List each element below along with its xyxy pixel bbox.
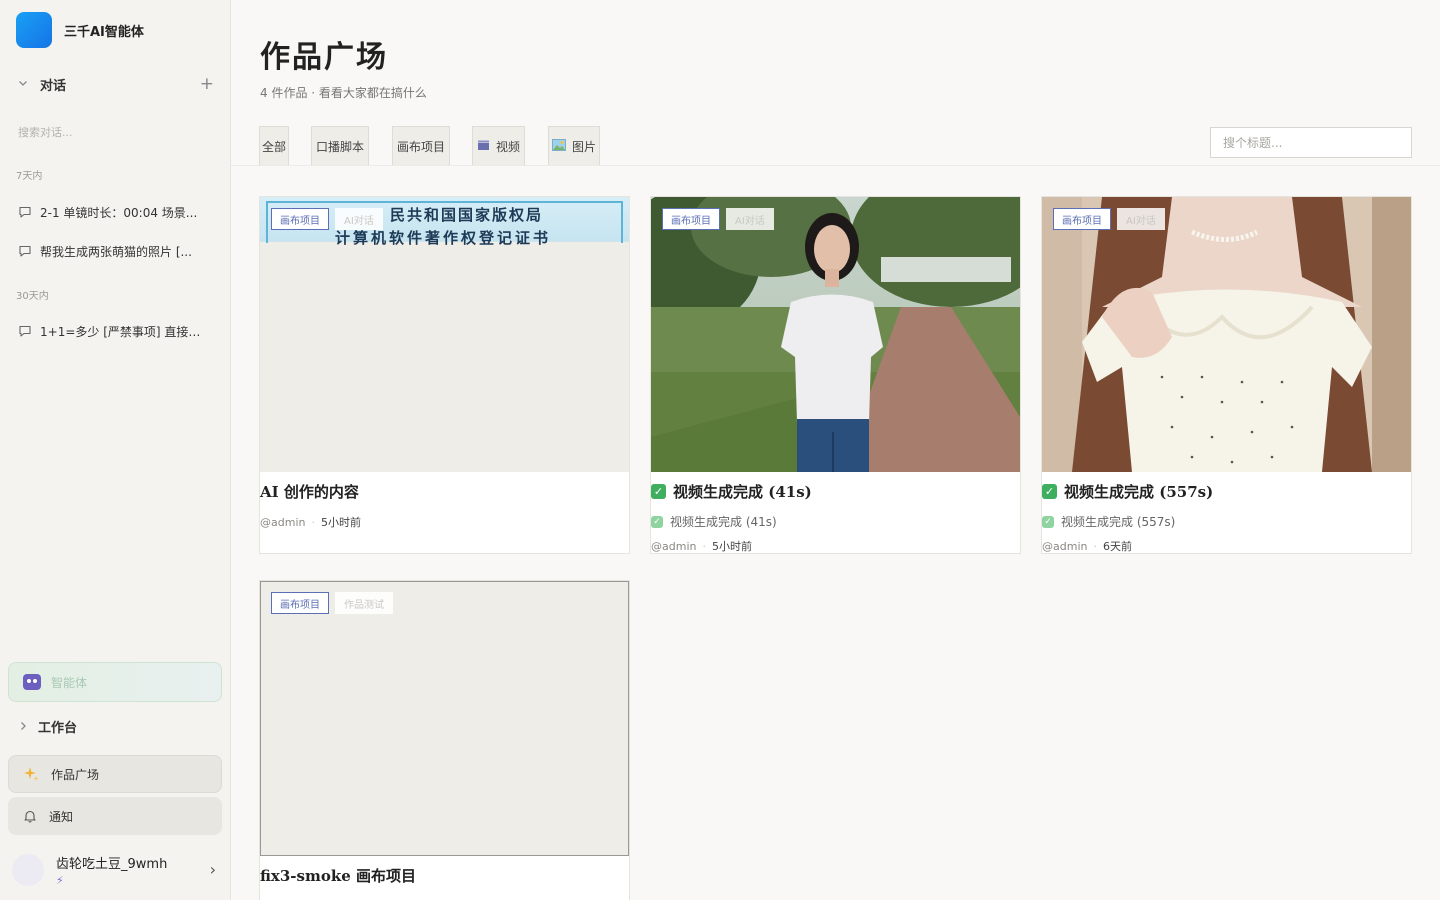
work-time: 5小时前	[320, 516, 361, 529]
work-card[interactable]: 画布项目 AI对话 ✓ 视频生成完成 (41s) ✓ 视频生成完成 (41s) …	[650, 196, 1021, 554]
video-frame-image	[1042, 197, 1411, 472]
work-title-text: fix3-smoke 画布项目	[260, 867, 416, 885]
workbench-title: 工作台	[38, 720, 78, 736]
tag-ai-chat: AI对话	[726, 208, 774, 230]
work-thumbnail[interactable]: 民共和国国家版权局 计算机软件著作权登记证书 画布项目 AI对话	[260, 197, 629, 472]
chevron-down-icon	[18, 78, 32, 91]
nav-item-gallery-label: 作品广场	[51, 767, 100, 782]
work-author: @admin	[260, 516, 306, 529]
tag-test: 作品测试	[335, 592, 393, 614]
brand-name: 三千AI智能体	[64, 24, 144, 40]
work-meta: @admin · 6天前	[1042, 540, 1132, 553]
broken-image	[260, 581, 629, 856]
chevron-right-icon	[21, 722, 26, 730]
video-frame-image	[651, 197, 1020, 472]
work-author: @admin	[651, 540, 697, 553]
nav-item-notifications[interactable]: 通知	[8, 797, 222, 835]
agent-label: 智能体	[51, 675, 88, 690]
filter-tab-video[interactable]: 视频	[472, 126, 525, 166]
tag-canvas: 画布项目	[662, 208, 720, 230]
group-label-30days: 30天内	[16, 291, 49, 302]
chat-bubble-icon	[19, 325, 31, 337]
workbench-section-header[interactable]: 工作台	[18, 714, 77, 738]
conversation-title: 2-1 单镜时长：00:04 场景...	[40, 205, 198, 220]
work-description-text: 视频生成完成 (41s)	[670, 515, 777, 529]
sparkle-icon	[24, 767, 39, 781]
robot-icon	[23, 674, 41, 690]
chat-bubble-icon	[19, 245, 31, 257]
tag-canvas: 画布项目	[1053, 208, 1111, 230]
title-search-input[interactable]	[1210, 127, 1412, 158]
work-title: AI 创作的内容	[260, 481, 359, 502]
agent-button[interactable]: 智能体	[8, 662, 222, 702]
page-subtitle: 4 件作品 · 看看大家都在搞什么	[260, 86, 427, 100]
work-thumbnail[interactable]: 画布项目 AI对话	[1042, 197, 1411, 472]
page-title: 作品广场	[260, 40, 388, 75]
bell-icon	[24, 810, 36, 823]
filter-tab-image[interactable]: 图片	[548, 126, 600, 166]
work-title-text: AI 创作的内容	[260, 483, 359, 501]
work-thumbnail[interactable]: 画布项目 作品测试	[260, 581, 629, 856]
work-title-text: 视频生成完成 (557s)	[1064, 483, 1214, 501]
brand-logo-icon	[16, 12, 52, 48]
filter-divider	[231, 165, 1440, 166]
conversation-item[interactable]: 帮我生成两张萌猫的照片 [...	[18, 240, 218, 262]
chevron-right-icon[interactable]: ›	[210, 860, 216, 879]
conversation-title: 帮我生成两张萌猫的照片 [...	[40, 244, 192, 259]
picture-icon	[551, 138, 566, 154]
tag-ai-chat: AI对话	[335, 208, 383, 230]
work-meta: @admin · 5小时前	[651, 540, 752, 553]
filter-tab-image-label: 图片	[571, 139, 596, 154]
work-title-text: 视频生成完成 (41s)	[673, 483, 812, 501]
work-time: 5小时前	[711, 540, 752, 553]
user-name: 齿轮吃土豆_9wmh	[56, 857, 168, 872]
work-card[interactable]: 画布项目 作品测试 fix3-smoke 画布项目	[259, 580, 630, 900]
work-description: ✓ 视频生成完成 (557s)	[1042, 513, 1175, 530]
chat-bubble-icon	[19, 206, 31, 218]
tag-canvas: 画布项目	[271, 592, 329, 614]
conversation-item[interactable]: 1+1=多少 [严禁事项] 直接生...	[18, 320, 218, 342]
new-chat-plus-icon[interactable]: +	[200, 75, 214, 93]
filter-tab-canvas[interactable]: 画布项目	[392, 126, 450, 166]
work-title: ✓ 视频生成完成 (557s)	[1042, 481, 1213, 502]
tag-ai-chat: AI对话	[1117, 208, 1165, 230]
chat-section-header[interactable]: 对话 +	[18, 73, 214, 95]
conversation-item[interactable]: 2-1 单镜时长：00:04 场景...	[18, 201, 218, 223]
work-description: ✓ 视频生成完成 (41s)	[651, 513, 777, 530]
tag-canvas: 画布项目	[271, 208, 329, 230]
check-icon: ✓	[651, 515, 663, 528]
certificate-subheading: 计算机软件著作权登记证书	[335, 229, 552, 247]
work-title: fix3-smoke 画布项目	[260, 865, 416, 886]
work-author: @admin	[1042, 540, 1088, 553]
work-time: 6天前	[1102, 540, 1132, 553]
work-card[interactable]: 画布项目 AI对话 ✓ 视频生成完成 (557s) ✓ 视频生成完成 (557s…	[1041, 196, 1412, 554]
filter-tab-script[interactable]: 口播脚本	[311, 126, 369, 166]
work-card[interactable]: 民共和国国家版权局 计算机软件著作权登记证书 画布项目 AI对话 AI 创作的内…	[259, 196, 630, 554]
work-description-text: 视频生成完成 (557s)	[1061, 515, 1176, 529]
brand[interactable]: 三千AI智能体	[16, 12, 144, 48]
nav-item-gallery[interactable]: 作品广场	[8, 755, 222, 793]
chat-section-title: 对话	[40, 78, 67, 94]
clapperboard-icon	[477, 139, 490, 154]
certificate-heading: 民共和国国家版权局	[390, 206, 544, 224]
group-label-7days: 7天内	[16, 171, 43, 182]
work-thumbnail[interactable]: 画布项目 AI对话	[651, 197, 1020, 472]
conversation-title: 1+1=多少 [严禁事项] 直接生...	[40, 324, 210, 339]
filter-tab-all[interactable]: 全部	[259, 126, 289, 166]
avatar	[12, 854, 44, 886]
lightning-icon: ⚡	[56, 874, 64, 887]
user-profile[interactable]: 齿轮吃土豆_9wmh ⚡ ›	[12, 850, 222, 890]
check-icon: ✓	[1042, 484, 1057, 499]
sidebar: 三千AI智能体 对话 + 搜索对话... 7天内 2-1 单镜时长：00:04 …	[0, 0, 231, 900]
check-icon: ✓	[1042, 515, 1054, 528]
work-meta: @admin · 5小时前	[260, 516, 361, 529]
check-icon: ✓	[651, 484, 666, 499]
nav-item-notifications-label: 通知	[49, 809, 74, 824]
search-conversations-input[interactable]: 搜索对话...	[18, 124, 73, 140]
filter-tab-video-label: 视频	[495, 139, 520, 154]
work-title: ✓ 视频生成完成 (41s)	[651, 481, 812, 502]
